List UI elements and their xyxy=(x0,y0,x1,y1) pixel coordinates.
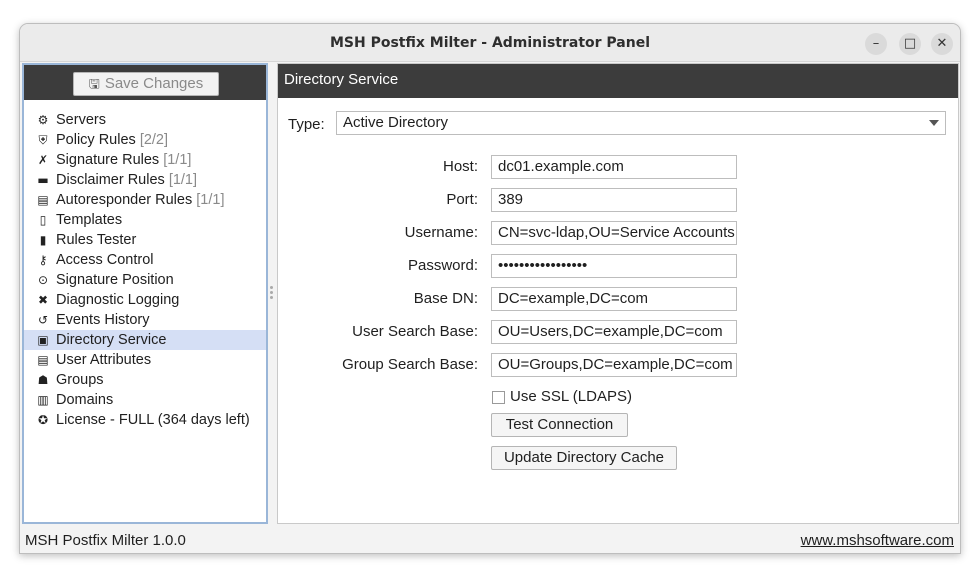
sidebar-toolbar: 🖫 Save Changes xyxy=(24,65,266,100)
username-label: Username: xyxy=(404,224,478,241)
sidebar-item-label: Autoresponder Rules xyxy=(56,192,193,208)
id-card-icon: ▤ xyxy=(37,353,49,367)
sidebar-item-license-full-364-days-left[interactable]: ✪ License - FULL (364 days left) xyxy=(24,410,266,430)
username-row: Username: CN=svc-ldap,OU=Service Accounts xyxy=(278,221,958,245)
sidebar-item-signature-position[interactable]: ⊙ Signature Position xyxy=(24,270,266,290)
sidebar-item-label: Servers xyxy=(56,112,106,128)
host-input[interactable]: dc01.example.com xyxy=(491,155,737,179)
title-bar[interactable]: MSH Postfix Milter - Administrator Panel… xyxy=(20,24,960,62)
sidebar-nav: ⚙ Servers ⛨ Policy Rules [2/2] ✗ Signature Ru… xyxy=(24,110,266,430)
directory-service-panel: Directory Service Type: Active Directory… xyxy=(277,63,959,524)
use-ssl-label: Use SSL (LDAPS) xyxy=(510,388,632,405)
rule-count: [1/1] xyxy=(163,152,192,168)
sidebar-item-label: Signature Position xyxy=(56,272,174,288)
directory-icon: ▣ xyxy=(37,333,49,347)
save-changes-label: Save Changes xyxy=(104,75,204,92)
sidebar-item-domains[interactable]: ▥ Domains xyxy=(24,390,266,410)
sidebar-item-label: Diagnostic Logging xyxy=(56,292,180,308)
minimize-button[interactable]: – xyxy=(865,33,887,55)
domains-icon: ▥ xyxy=(37,393,49,407)
type-label: Type: xyxy=(288,116,325,133)
sidebar-item-rules-tester[interactable]: ▮ Rules Tester xyxy=(24,230,266,250)
save-changes-button[interactable]: 🖫 Save Changes xyxy=(73,72,219,96)
save-icon: 🖫 xyxy=(88,77,100,92)
shield-icon: ⛨ xyxy=(38,133,48,147)
base-dn-label: Base DN: xyxy=(413,290,478,307)
tester-icon: ▮ xyxy=(39,233,47,247)
port-row: Port: 389 xyxy=(278,188,958,212)
sidebar-item-label: Domains xyxy=(56,392,114,408)
sidebar: 🖫 Save Changes ⚙ Servers ⛨ Policy Rules [2/2… xyxy=(22,63,268,524)
window-title: MSH Postfix Milter - Administrator Panel xyxy=(329,35,651,51)
version-label: MSH Postfix Milter 1.0.0 xyxy=(25,532,186,549)
sidebar-item-label: User Attributes xyxy=(56,352,152,368)
user-search-base-label: User Search Base: xyxy=(352,323,478,340)
group-search-base-input[interactable]: OU=Groups,DC=example,DC=com xyxy=(491,353,737,377)
sidebar-item-events-history[interactable]: ↺ Events History xyxy=(24,310,266,330)
port-input[interactable]: 389 xyxy=(491,188,737,212)
location-pin-icon: ⊙ xyxy=(37,273,49,287)
base-dn-input[interactable]: DC=example,DC=com xyxy=(491,287,737,311)
sidebar-item-label: Access Control xyxy=(56,252,154,268)
user-search-base-row: User Search Base: OU=Users,DC=example,DC=… xyxy=(278,320,958,344)
rule-count: [2/2] xyxy=(139,132,169,148)
signature-icon: ✗ xyxy=(37,153,49,167)
tools-icon: ✖ xyxy=(37,293,49,307)
history-icon: ↺ xyxy=(37,313,49,327)
username-input[interactable]: CN=svc-ldap,OU=Service Accounts xyxy=(491,221,737,245)
host-label: Host: xyxy=(442,158,478,175)
group-search-base-row: Group Search Base: OU=Groups,DC=example,D… xyxy=(278,353,958,377)
update-directory-cache-button[interactable]: Update Directory Cache xyxy=(491,446,677,470)
maximize-button[interactable]: □ xyxy=(899,33,921,55)
password-input[interactable]: ••••••••••••••••• xyxy=(491,254,737,278)
app-window: MSH Postfix Milter - Administrator Panel… xyxy=(19,23,961,554)
password-label: Password: xyxy=(407,257,478,274)
host-row: Host: dc01.example.com xyxy=(278,155,958,179)
type-select-value: Active Directory xyxy=(343,114,449,131)
rule-count: [1/1] xyxy=(168,172,198,188)
sidebar-item-label: Rules Tester xyxy=(56,232,137,248)
sidebar-item-groups[interactable]: ☗ Groups xyxy=(24,370,266,390)
website-link[interactable]: www.mshsoftware.com xyxy=(801,532,954,549)
servers-icon: ⚙ xyxy=(37,113,49,127)
test-connection-button[interactable]: Test Connection xyxy=(491,413,628,437)
sidebar-item-label: Directory Service xyxy=(56,332,167,348)
sidebar-item-disclaimer-rules[interactable]: ▬ Disclaimer Rules [1/1] xyxy=(24,170,266,190)
sidebar-item-templates[interactable]: ▯ Templates xyxy=(24,210,266,230)
type-select[interactable]: Active Directory xyxy=(336,111,946,135)
group-search-base-label: Group Search Base: xyxy=(342,356,478,373)
password-row: Password: ••••••••••••••••• xyxy=(278,254,958,278)
sidebar-item-signature-rules[interactable]: ✗ Signature Rules [1/1] xyxy=(24,150,266,170)
base-dn-row: Base DN: DC=example,DC=com xyxy=(278,287,958,311)
port-label: Port: xyxy=(446,191,478,208)
key-icon: ⚷ xyxy=(38,253,48,267)
sidebar-item-autoresponder-rules[interactable]: ▤ Autoresponder Rules [1/1] xyxy=(24,190,266,210)
sidebar-item-label: Policy Rules xyxy=(56,132,136,148)
rule-count: [1/1] xyxy=(196,192,225,208)
sidebar-item-label: Disclaimer Rules xyxy=(56,172,165,188)
chevron-down-icon xyxy=(929,120,939,126)
sidebar-item-label: License - FULL (364 days left) xyxy=(56,412,250,428)
status-bar: MSH Postfix Milter 1.0.0 www.mshsoftware… xyxy=(20,525,960,553)
groups-icon: ☗ xyxy=(37,373,49,387)
checkbox-box[interactable] xyxy=(492,391,505,404)
sidebar-item-label: Signature Rules xyxy=(56,152,160,168)
templates-icon: ▯ xyxy=(39,213,47,227)
user-search-base-input[interactable]: OU=Users,DC=example,DC=com xyxy=(491,320,737,344)
sidebar-item-directory-service[interactable]: ▣ Directory Service xyxy=(24,330,266,350)
sidebar-item-label: Templates xyxy=(56,212,123,228)
license-icon: ✪ xyxy=(37,413,49,427)
sidebar-item-user-attributes[interactable]: ▤ User Attributes xyxy=(24,350,266,370)
panel-title: Directory Service xyxy=(278,64,958,98)
sidebar-item-diagnostic-logging[interactable]: ✖ Diagnostic Logging xyxy=(24,290,266,310)
sidebar-item-label: Groups xyxy=(56,372,104,388)
sidebar-item-label: Events History xyxy=(56,312,150,328)
sidebar-item-policy-rules[interactable]: ⛨ Policy Rules [2/2] xyxy=(24,130,266,150)
close-button[interactable]: ✕ xyxy=(931,33,953,55)
autoresponder-icon: ▤ xyxy=(37,193,49,207)
sidebar-item-servers[interactable]: ⚙ Servers xyxy=(24,110,266,130)
splitter-handle[interactable] xyxy=(270,286,274,302)
sidebar-item-access-control[interactable]: ⚷ Access Control xyxy=(24,250,266,270)
disclaimer-icon: ▬ xyxy=(37,173,49,187)
